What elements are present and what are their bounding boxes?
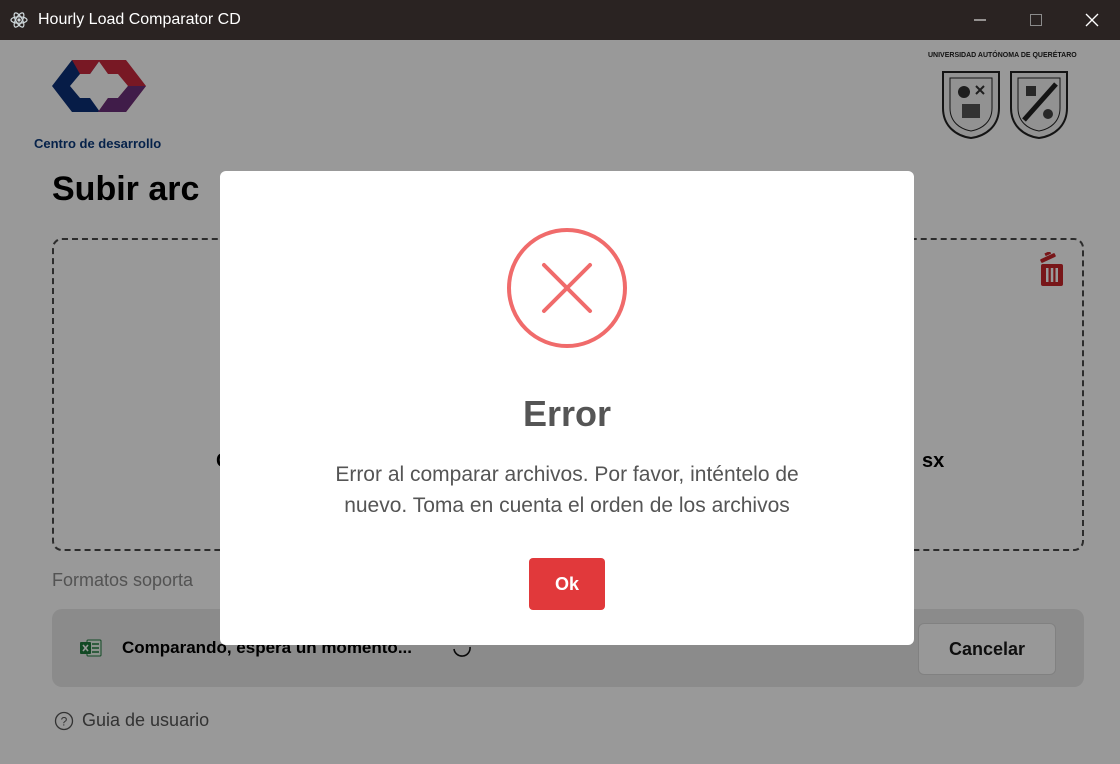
dialog-message-line-1: Error al comparar archivos. Por favor, i… bbox=[335, 463, 799, 486]
error-x-icon bbox=[507, 228, 627, 348]
close-icon bbox=[1085, 13, 1099, 27]
dialog-message: Error al comparar archivos. Por favor, i… bbox=[280, 459, 854, 521]
close-button[interactable] bbox=[1064, 0, 1120, 40]
window-title: Hourly Load Comparator CD bbox=[38, 11, 241, 28]
window-controls bbox=[952, 0, 1120, 40]
minimize-icon bbox=[974, 19, 986, 21]
maximize-icon bbox=[1030, 14, 1042, 26]
dialog-title: Error bbox=[522, 393, 612, 434]
dialog-message-line-2: nuevo. Toma en cuenta el orden de los ar… bbox=[344, 494, 790, 517]
window-titlebar: Hourly Load Comparator CD bbox=[0, 0, 1120, 40]
minimize-button[interactable] bbox=[952, 0, 1008, 40]
maximize-button[interactable] bbox=[1008, 0, 1064, 40]
atom-icon bbox=[10, 11, 28, 29]
error-dialog: Error Error al comparar archivos. Por fa… bbox=[220, 171, 914, 645]
ok-button[interactable]: Ok bbox=[529, 558, 605, 610]
